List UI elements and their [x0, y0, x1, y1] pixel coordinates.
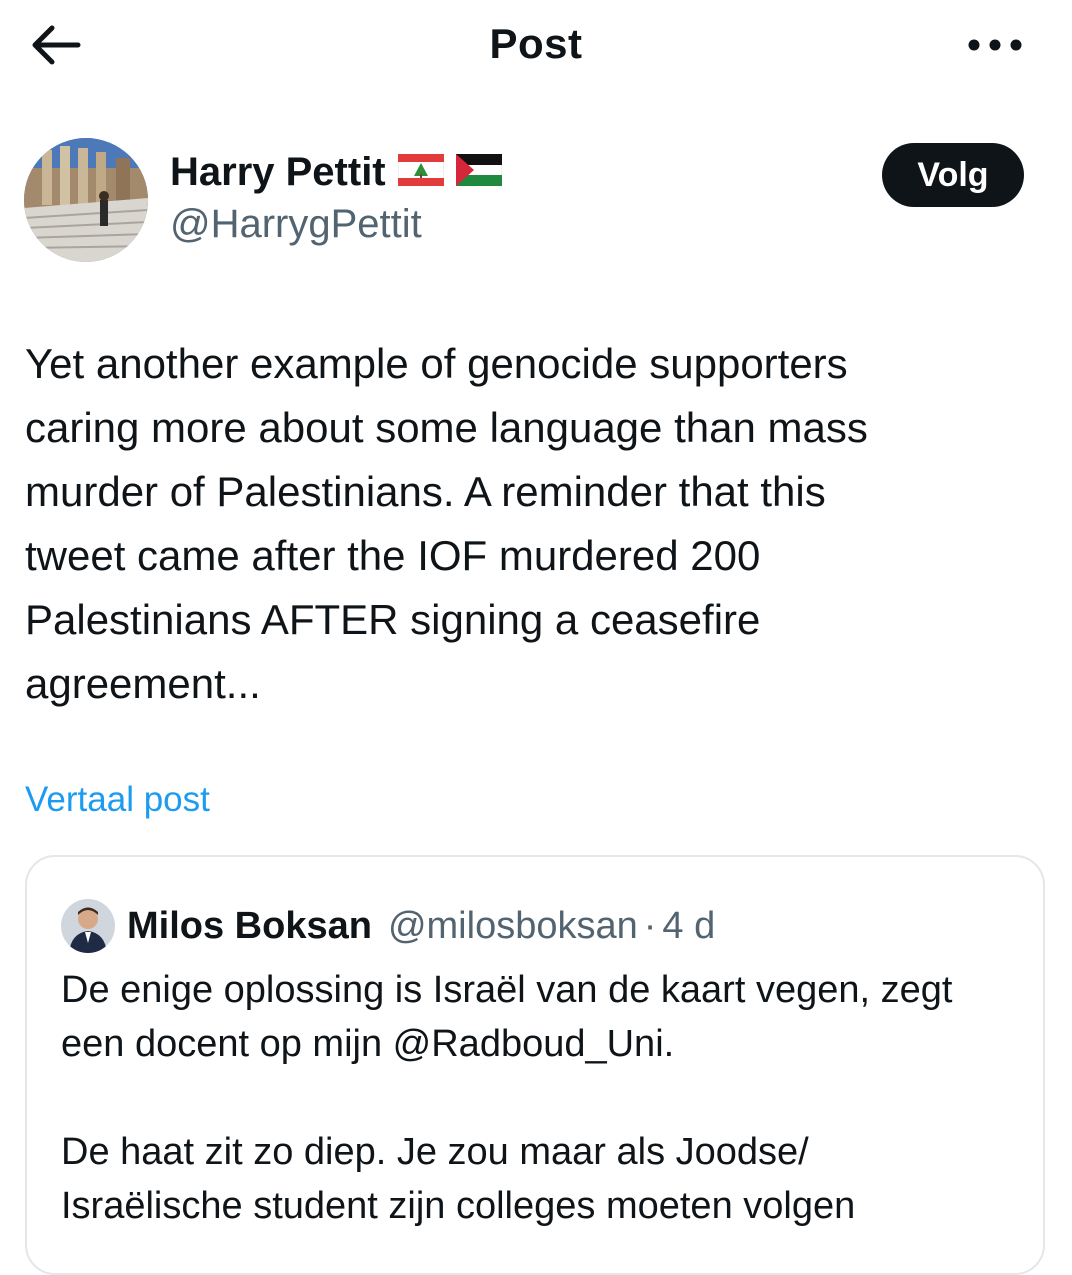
quoted-timestamp: 4 d: [662, 904, 716, 947]
tweet-line: caring more about some language than mas…: [25, 404, 868, 451]
tweet-line: agreement...: [25, 660, 261, 707]
tweet-line: Yet another example of genocide supporte…: [25, 340, 848, 387]
avatar-image: [24, 138, 148, 262]
separator-dot: ·: [643, 904, 657, 947]
tweet-line: tweet came after the IOF murdered 200: [25, 532, 761, 579]
tweet-line: Palestinians AFTER signing a ceasefire: [25, 596, 761, 643]
author-display-name[interactable]: Harry Pettit: [170, 150, 386, 195]
tweet-text: Yet another example of genocide supporte…: [25, 332, 1035, 716]
top-bar: Post: [0, 0, 1072, 92]
tweet-line: murder of Palestinians. A reminder that …: [25, 468, 826, 515]
palestine-flag-icon: [455, 153, 503, 191]
more-options-button[interactable]: [962, 28, 1028, 62]
follow-button[interactable]: Volg: [882, 143, 1024, 207]
quoted-avatar-image: [61, 899, 115, 953]
quoted-post-header: Milos Boksan @milosboksan · 4 d: [61, 899, 715, 953]
quoted-line: een docent op mijn @Radboud_Uni.: [61, 1023, 675, 1065]
quoted-display-name: Milos Boksan: [127, 904, 372, 947]
more-horizontal-icon: [968, 39, 1022, 51]
author-block: Harry Pettit @HarrygPettit Volg: [24, 138, 1034, 268]
avatar[interactable]: [24, 138, 148, 262]
author-handle[interactable]: @HarrygPettit: [170, 202, 422, 247]
page-title: Post: [489, 20, 583, 67]
quoted-avatar[interactable]: [61, 899, 115, 953]
quoted-handle: @milosboksan: [387, 904, 638, 947]
quoted-post[interactable]: Milos Boksan @milosboksan · 4 d De enige…: [25, 855, 1045, 1275]
lebanon-flag-icon: [397, 153, 445, 191]
quoted-line: Israëlische student zijn colleges moeten…: [61, 1185, 856, 1227]
quoted-line: De haat zit zo diep. Je zou maar als Joo…: [61, 1131, 809, 1173]
translate-post-link[interactable]: Vertaal post: [25, 780, 210, 820]
name-row: Harry Pettit: [170, 150, 503, 195]
quoted-line: De enige oplossing is Israël van de kaar…: [61, 969, 953, 1011]
quoted-text: De enige oplossing is Israël van de kaar…: [61, 963, 1031, 1233]
